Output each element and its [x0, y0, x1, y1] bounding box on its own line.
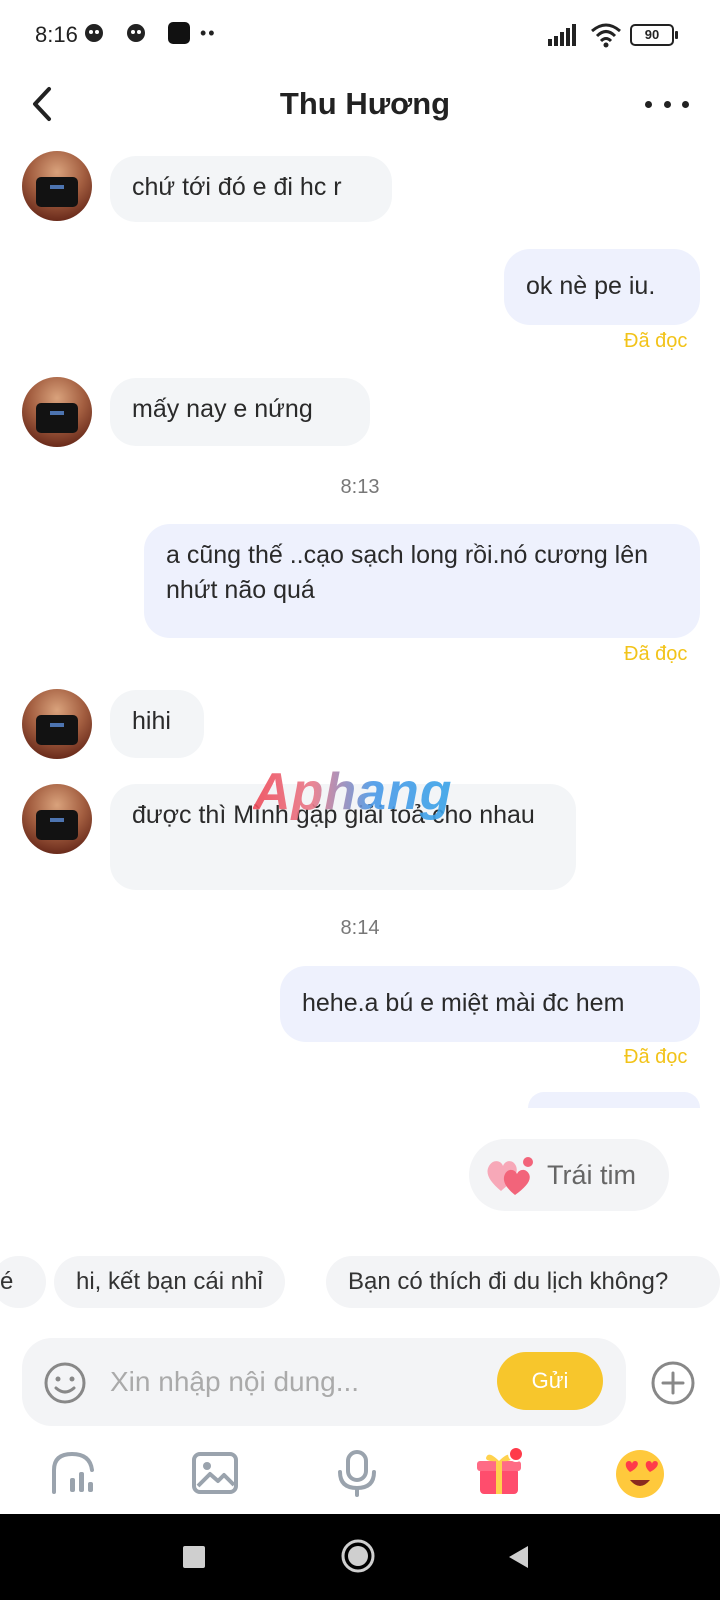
notification-icon: [127, 24, 145, 42]
message-text: a cũng thế ..cạo sạch long rồi.nó cương …: [166, 541, 649, 604]
more-options-button[interactable]: [645, 94, 689, 114]
read-status: Đã đọc: [624, 330, 688, 352]
heart-suggestion-button[interactable]: Trái tim: [469, 1139, 669, 1211]
outgoing-message: a cũng thế ..cạo sạch long rồi.nó cương …: [144, 524, 700, 638]
suggestion-chip-label: hi, kết bạn cái nhỉ: [76, 1268, 263, 1295]
heart-suggestion-label: Trái tim: [547, 1159, 636, 1190]
message-text: hehe.a bú e miệt mài đc hem: [302, 989, 625, 1017]
watermark-logo: Aphang: [253, 763, 453, 821]
notification-badge: [508, 1446, 524, 1462]
outgoing-message: ok nè pe iu.: [504, 249, 700, 325]
app-notification-icon: [168, 22, 190, 44]
outgoing-message: hehe.a bú e miệt mài đc hem: [280, 966, 700, 1042]
chat-title: Thu Hương: [279, 86, 451, 121]
image-icon[interactable]: [190, 1448, 240, 1498]
more-notifications-icon: ••: [200, 22, 217, 43]
suggestion-chip-label: é: [0, 1268, 14, 1295]
suggestion-chip[interactable]: é: [0, 1256, 46, 1308]
message-text: hihi: [132, 707, 171, 735]
outgoing-message-partial: [528, 1092, 700, 1108]
incoming-message: mấy nay e nứng: [110, 378, 370, 446]
stats-icon[interactable]: [48, 1448, 98, 1498]
message-input[interactable]: Xin nhập nội dung...: [110, 1366, 359, 1398]
suggestion-chip[interactable]: hi, kết bạn cái nhỉ: [54, 1256, 285, 1308]
contact-avatar[interactable]: [22, 377, 92, 447]
message-text: chứ tới đó e đi hc r: [132, 173, 342, 201]
more-dot: [663, 100, 671, 108]
contact-avatar[interactable]: [22, 689, 92, 759]
back-nav-button[interactable]: [506, 1544, 530, 1570]
more-dot: [645, 100, 652, 108]
heart-icon: [487, 1157, 533, 1195]
send-button[interactable]: Gửi: [497, 1352, 603, 1410]
suggestion-chip[interactable]: Bạn có thích đi du lịch không?: [326, 1256, 720, 1308]
more-dot: [682, 100, 689, 108]
microphone-icon[interactable]: [332, 1448, 382, 1498]
emoji-icon[interactable]: [43, 1361, 87, 1405]
gift-button[interactable]: [474, 1446, 524, 1498]
status-time: 8:16: [35, 22, 78, 47]
message-text: mấy nay e nứng: [132, 395, 313, 423]
wifi-icon: [591, 23, 621, 48]
contact-avatar[interactable]: [22, 151, 92, 221]
notification-icon: [85, 24, 103, 42]
battery-indicator: 90: [630, 24, 678, 46]
suggestion-chip-label: Bạn có thích đi du lịch không?: [348, 1268, 669, 1295]
message-timestamp: 8:13: [340, 476, 380, 498]
message-timestamp: 8:14: [340, 917, 380, 939]
incoming-message: chứ tới đó e đi hc r: [110, 156, 392, 222]
contact-avatar[interactable]: [22, 784, 92, 854]
status-notification-icons: ••: [84, 22, 217, 44]
read-status: Đã đọc: [624, 1046, 688, 1068]
recent-apps-button[interactable]: [183, 1546, 205, 1568]
incoming-message: hihi: [110, 690, 204, 758]
read-status: Đã đọc: [624, 643, 688, 665]
message-text: ok nè pe iu.: [526, 272, 656, 300]
plus-icon[interactable]: [650, 1360, 696, 1406]
signal-icon: [548, 24, 576, 46]
home-button[interactable]: [340, 1538, 376, 1574]
heart-eyes-emoji-icon[interactable]: [614, 1448, 666, 1500]
chat-divider: [0, 1108, 720, 1118]
